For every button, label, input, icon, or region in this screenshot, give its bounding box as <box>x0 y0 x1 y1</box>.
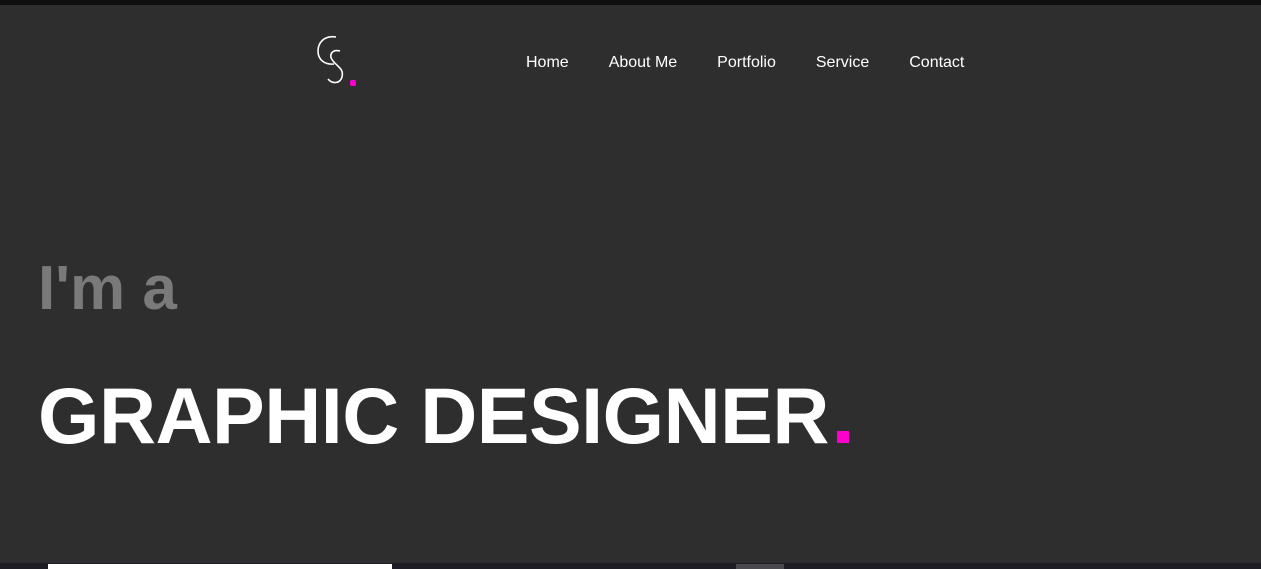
next-section-card <box>48 564 392 569</box>
next-section-block <box>736 564 784 569</box>
cs-monogram-logo[interactable] <box>314 31 366 89</box>
nav-about-me[interactable]: About Me <box>609 54 677 72</box>
nav-home[interactable]: Home <box>526 54 569 72</box>
logo-accent-dot <box>350 80 356 86</box>
nav-portfolio[interactable]: Portfolio <box>717 54 776 72</box>
site-header: Home About Me Portfolio Service Contact <box>0 5 1261 100</box>
nav-contact[interactable]: Contact <box>909 54 964 72</box>
hero-headline-text: GRAPHIC DESIGNER <box>38 371 829 460</box>
main-nav: Home About Me Portfolio Service Contact <box>526 54 964 72</box>
nav-service[interactable]: Service <box>816 54 869 72</box>
hero-headline: GRAPHIC DESIGNER <box>38 376 849 455</box>
hero-intro: I'm a <box>38 254 177 323</box>
headline-accent-dot <box>836 431 849 443</box>
